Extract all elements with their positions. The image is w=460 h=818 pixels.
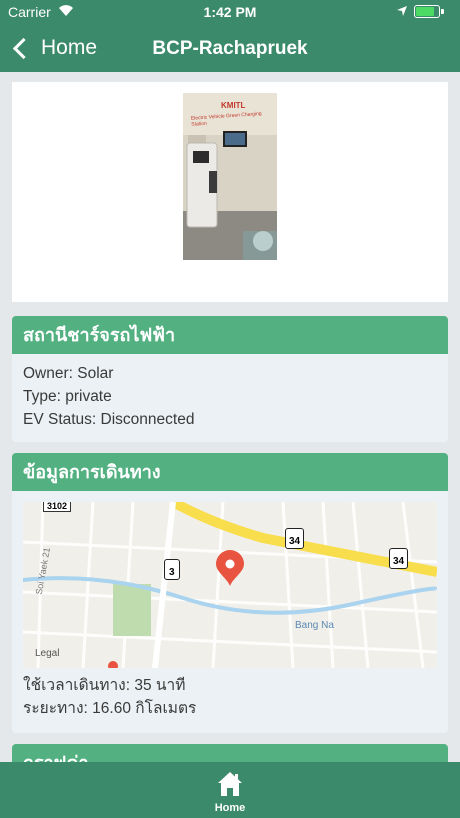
road-shield-34-b: 34 [389,548,409,569]
tab-home[interactable]: Home [206,768,254,816]
station-sign-logo: KMITL [221,101,246,110]
chart-card: กราฟค่า [12,744,448,762]
travel-time: ใช้เวลาเดินทาง: 35 นาที [23,677,186,694]
station-info-card: สถานีชาร์จรถไฟฟ้า Owner: Solar Type: pri… [12,316,448,442]
station-owner: Owner: Solar [23,365,114,382]
battery-icon [414,5,444,18]
route-map[interactable]: 3102 34 3 34 Bang Na Soi Yaek 21 Legal [23,502,437,668]
tab-bar: Home [0,762,460,818]
status-bar: Carrier 1:42 PM [0,0,460,24]
road-shield-3102: 3102 [43,502,72,512]
travel-distance: ระยะทาง: 16.60 กิโลเมตร [23,700,197,717]
station-photo-card: KMITL Electric Vehicle Green Charging St… [12,82,448,302]
chart-card-title: กราฟค่า [12,744,448,762]
nav-bar: Home BCP-Rachapruek [0,26,460,70]
travel-info-card: ข้อมูลการเดินทาง 3102 34 3 34 Bang Na So [12,453,448,733]
station-ev-status: EV Status: Disconnected [23,411,195,428]
status-time: 1:42 PM [203,4,257,20]
map-legal-link[interactable]: Legal [35,648,59,659]
scroll-content[interactable]: KMITL Electric Vehicle Green Charging St… [0,72,460,762]
top-bar: Carrier 1:42 PM Home BCP-Rachapruek [0,0,460,72]
house-icon [216,770,244,803]
station-info-title: สถานีชาร์จรถไฟฟ้า [12,316,448,354]
map-pin-icon [215,550,245,591]
station-photo[interactable]: KMITL Electric Vehicle Green Charging St… [183,93,277,260]
location-arrow-icon [396,4,408,20]
map-label-bang-na: Bang Na [295,620,334,631]
tab-home-label: Home [214,802,246,814]
road-shield-3: 3 [164,559,180,580]
station-type: Type: private [23,388,112,405]
road-shield-34-a: 34 [285,528,305,549]
travel-info-title: ข้อมูลการเดินทาง [12,453,448,491]
page-title: BCP-Rachapruek [152,38,308,59]
